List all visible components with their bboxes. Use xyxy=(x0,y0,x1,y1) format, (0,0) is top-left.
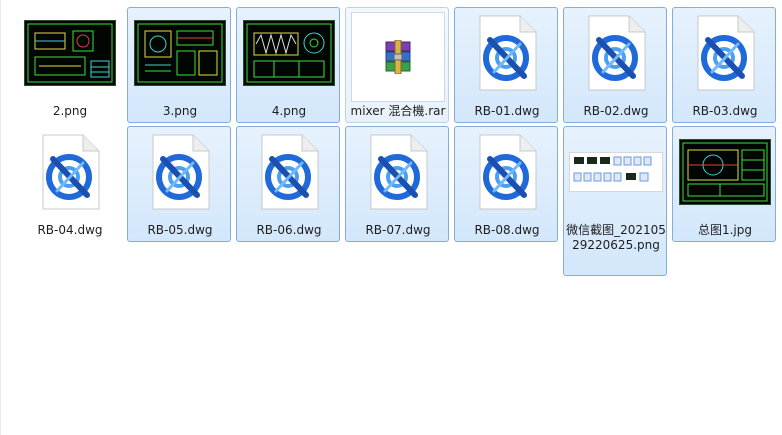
autocad-dwg-file-icon xyxy=(476,14,538,92)
dwg-file-icon-wrap xyxy=(346,127,450,217)
cad-drawing-thumbnail xyxy=(24,20,116,86)
image-thumbnail xyxy=(18,8,122,98)
file-name: RB-02.dwg xyxy=(583,104,649,118)
file-item-rb-06-dwg[interactable]: RB-06.dwg xyxy=(236,126,340,242)
file-item-3-png[interactable]: 3.png xyxy=(127,7,231,123)
dwg-file-icon-wrap xyxy=(455,127,559,217)
rar-preview-frame xyxy=(346,12,450,102)
autocad-dwg-file-icon xyxy=(258,133,320,211)
file-item-rb-01-dwg[interactable]: RB-01.dwg xyxy=(454,7,558,123)
file-name: RB-03.dwg xyxy=(692,104,758,118)
cad-drawing-thumbnail xyxy=(134,20,226,86)
file-name: RB-05.dwg xyxy=(147,223,213,237)
file-name: RB-08.dwg xyxy=(474,223,540,237)
file-name: 2.png xyxy=(52,104,88,118)
file-name: RB-06.dwg xyxy=(256,223,322,237)
cad-drawing-thumbnail xyxy=(679,139,771,205)
autocad-dwg-file-icon xyxy=(39,133,101,211)
file-name: 总图1.jpg xyxy=(697,223,753,237)
image-thumbnail xyxy=(237,8,341,98)
dwg-file-icon-wrap xyxy=(128,127,232,217)
file-item-rb-08-dwg[interactable]: RB-08.dwg xyxy=(454,126,558,242)
screenshot-thumbnail xyxy=(569,152,663,192)
winrar-archive-icon xyxy=(351,12,445,102)
file-item-rb-03-dwg[interactable]: RB-03.dwg xyxy=(672,7,776,123)
file-name: mixer 混合機.rar xyxy=(350,104,446,118)
file-name: 3.png xyxy=(162,104,198,118)
autocad-dwg-file-icon xyxy=(149,133,211,211)
dwg-file-icon-wrap xyxy=(18,127,122,217)
autocad-dwg-file-icon xyxy=(476,133,538,211)
image-thumbnail xyxy=(128,8,232,98)
dwg-file-icon-wrap xyxy=(673,8,777,98)
file-name: RB-07.dwg xyxy=(365,223,431,237)
dwg-file-icon-wrap xyxy=(237,127,341,217)
file-name: 微信截图_20210529220625.png xyxy=(566,223,666,252)
file-item-zongtu1-jpg[interactable]: 总图1.jpg xyxy=(672,126,776,242)
file-item-4-png[interactable]: 4.png xyxy=(236,7,340,123)
file-item-rb-02-dwg[interactable]: RB-02.dwg xyxy=(563,7,667,123)
file-item-rb-04-dwg[interactable]: RB-04.dwg xyxy=(17,126,121,242)
image-thumbnail xyxy=(673,127,777,217)
file-name: RB-01.dwg xyxy=(474,104,540,118)
file-item-rb-05-dwg[interactable]: RB-05.dwg xyxy=(127,126,231,242)
file-item-mixer-rar[interactable]: mixer 混合機.rar xyxy=(345,7,449,123)
dwg-file-icon-wrap xyxy=(455,8,559,98)
image-thumbnail xyxy=(564,127,668,217)
file-item-2-png[interactable]: 2.png xyxy=(17,7,122,118)
file-item-wechat-screenshot-png[interactable]: 微信截图_20210529220625.png xyxy=(563,126,667,276)
autocad-dwg-file-icon xyxy=(585,14,647,92)
file-name: RB-04.dwg xyxy=(37,223,103,237)
autocad-dwg-file-icon xyxy=(694,14,756,92)
file-icon-view[interactable]: 2.png 3.png 4.png mixer 混合機.rar RB-01.dw… xyxy=(0,0,782,435)
file-item-rb-07-dwg[interactable]: RB-07.dwg xyxy=(345,126,449,242)
cad-drawing-thumbnail xyxy=(243,20,335,86)
dwg-file-icon-wrap xyxy=(564,8,668,98)
autocad-dwg-file-icon xyxy=(367,133,429,211)
file-name: 4.png xyxy=(271,104,307,118)
